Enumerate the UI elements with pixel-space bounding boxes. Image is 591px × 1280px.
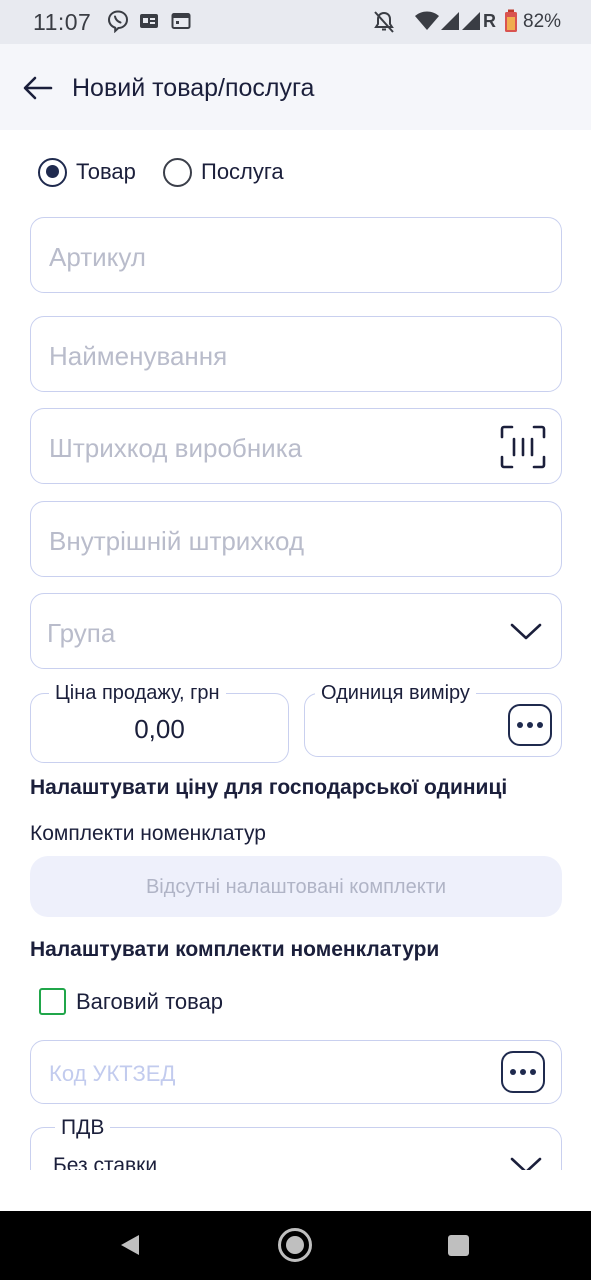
weight-item-label: Ваговий товар [76,988,224,1014]
weight-item-checkbox-row[interactable]: Ваговий товар [39,988,223,1015]
system-nav-bar [0,1211,591,1280]
internal-barcode-placeholder: Внутрішній штрихкод [49,526,305,556]
unit-field[interactable]: Одиниця виміру [304,682,562,757]
vat-label: ПДВ [55,1116,111,1140]
vat-select[interactable]: ПДВ Без ставки [30,1116,562,1170]
weight-item-checkbox[interactable] [39,988,66,1015]
name-field[interactable]: Найменування [30,316,562,392]
configure-price-link[interactable]: Налаштувати ціну для господарської одини… [30,776,507,800]
radio-service-control[interactable] [163,157,192,187]
nav-recents-icon[interactable] [448,1235,469,1256]
internal-barcode-field[interactable]: Внутрішній штрихкод [30,501,562,577]
chevron-down-icon [510,1157,542,1170]
kits-empty-box: Відсутні налаштовані комплекти [30,856,562,917]
group-select[interactable]: Група [30,593,562,669]
uktzed-more-button[interactable] [501,1051,545,1093]
manufacturer-barcode-placeholder: Штрихкод виробника [49,433,303,463]
article-placeholder: Артикул [49,242,146,272]
price-label: Ціна продажу, грн [49,682,226,705]
form-scroll-area[interactable]: Товар Послуга Артикул Найменування Штрих… [0,0,591,1170]
more-dots-icon [517,722,543,728]
radio-goods[interactable]: Товар [38,156,136,188]
manufacturer-barcode-field[interactable]: Штрихкод виробника [30,408,562,484]
kits-title: Комплекти номенклатур [30,822,266,845]
chevron-down-icon [510,623,542,640]
kits-empty-text: Відсутні налаштовані комплекти [145,876,447,898]
unit-label: Одиниця виміру [315,682,476,705]
vat-value: Без ставки [53,1154,158,1170]
uktzed-field[interactable]: Код УКТЗЕД [30,1040,562,1104]
uktzed-placeholder: Код УКТЗЕД [49,1061,176,1086]
radio-service-label: Послуга [201,159,284,184]
more-dots-icon [510,1069,536,1075]
radio-service[interactable]: Послуга [163,156,284,188]
nav-home-icon[interactable] [278,1228,312,1262]
group-placeholder: Група [47,618,116,648]
name-placeholder: Найменування [49,341,228,371]
price-value[interactable]: 0,00 [31,714,288,745]
nav-back-icon[interactable] [119,1233,141,1257]
barcode-scan-icon[interactable] [500,425,546,469]
price-field[interactable]: Ціна продажу, грн 0,00 [30,682,289,763]
unit-more-button[interactable] [508,704,552,746]
article-field[interactable]: Артикул [30,217,562,293]
radio-goods-control[interactable] [38,157,67,187]
configure-kits-link[interactable]: Налаштувати комплекти номенклатури [30,938,439,962]
radio-goods-label: Товар [76,159,136,184]
